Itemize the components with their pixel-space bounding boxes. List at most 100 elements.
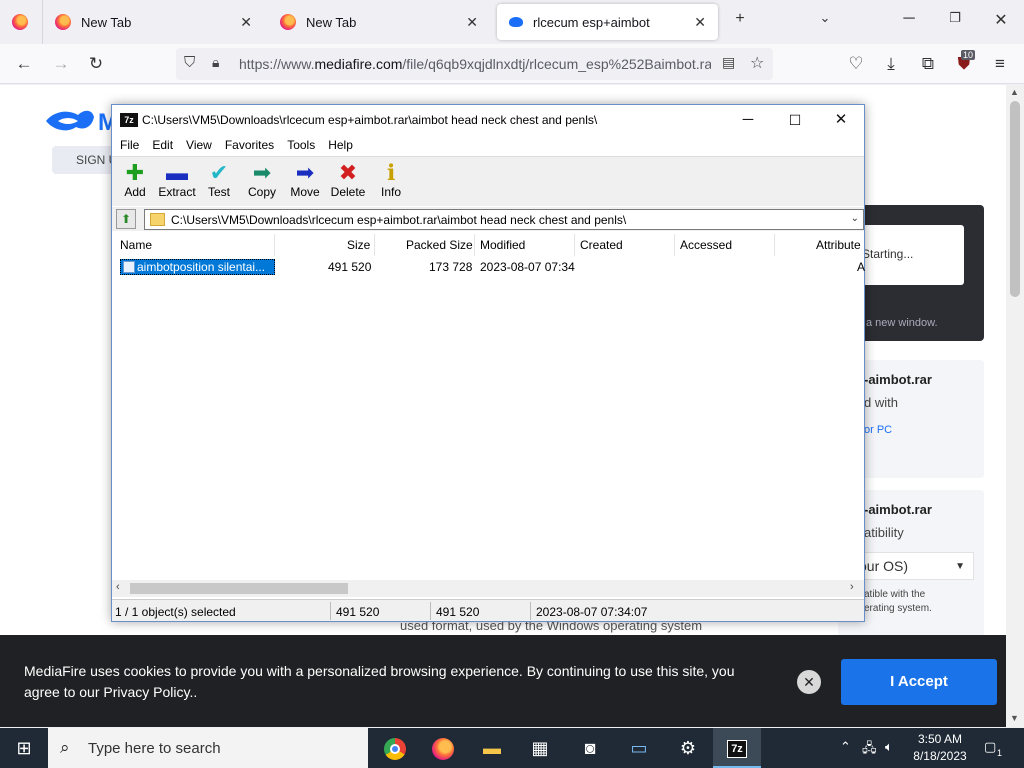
download-status-box[interactable]: Starting... [862,225,964,285]
file-explorer-icon[interactable]: ▬ [468,728,516,768]
column-divider[interactable] [474,234,475,256]
chevron-down-icon[interactable]: ⌄ [851,213,859,224]
file-info-title: -aimbot.rar [864,372,932,387]
delete-label: Delete [330,185,366,199]
extract-button[interactable]: ▬ Extract [154,161,200,200]
menu-file[interactable]: File [120,136,139,156]
windows-start-icon[interactable]: ⊞ [0,728,48,768]
menu-favorites[interactable]: Favorites [225,136,274,156]
reload-icon[interactable]: ↻ [84,53,108,75]
store-icon[interactable]: ▦ [516,728,564,768]
scroll-left-icon[interactable]: ‹ [116,581,120,593]
volume-icon[interactable]: 🔈︎ [885,739,893,755]
chrome-icon[interactable] [371,728,419,768]
extensions-icon[interactable]: ⧉ [916,53,940,75]
column-name[interactable]: Name [120,238,152,252]
move-button[interactable]: ➡ Move [282,161,328,200]
sevenzip-taskbar-icon[interactable]: 7z [713,728,761,768]
sevenzip-titlebar[interactable]: 7z C:\Users\VM5\Downloads\rlcecum esp+ai… [112,105,864,136]
column-accessed[interactable]: Accessed [680,238,732,252]
column-attributes[interactable]: Attribute [816,238,861,252]
network-icon[interactable]: 🖧︎ [862,739,877,761]
chevron-up-icon[interactable]: ⌃ [840,739,851,755]
close-icon[interactable]: ✕ [240,14,252,31]
column-divider[interactable] [374,234,375,256]
copy-button[interactable]: ➡ Copy [239,161,285,200]
firefox-icon [12,14,28,30]
file-info-link[interactable]: or PC [864,424,984,436]
check-icon: ✔ [209,160,229,185]
lock-icon[interactable]: 🔒︎ [212,54,219,71]
accept-button[interactable]: I Accept [841,659,997,705]
column-divider[interactable] [774,234,775,256]
tab-new-tab-2[interactable]: New Tab ✕ [268,0,490,44]
scroll-right-icon[interactable]: › [850,581,854,593]
column-packed-size[interactable]: Packed Size [406,238,473,252]
add-button[interactable]: ✚ Add [112,161,158,200]
url-bar[interactable]: ⛉ 🔒︎ https://www.mediafire.com/file/q6qb… [176,48,773,80]
cookie-message: MediaFire uses cookies to provide you wi… [24,663,735,700]
tab-new-tab-1[interactable]: New Tab ✕ [42,0,264,44]
close-window-icon[interactable]: ✕ [821,109,861,131]
info-button[interactable]: ℹ Info [368,161,414,200]
camera-icon[interactable]: ◙ [566,728,614,768]
close-icon[interactable]: ✕ [797,670,821,694]
caret-down-icon: ▼ [955,561,965,572]
delete-button[interactable]: ✖ Delete [325,161,371,200]
close-window-icon[interactable]: ✕ [989,10,1013,30]
notification-icon[interactable]: ▢ [984,739,996,755]
test-button[interactable]: ✔ Test [196,160,242,200]
hamburger-menu-icon[interactable]: ≡ [988,53,1012,75]
clock[interactable]: 3:50 AM 8/18/2023 [907,731,973,765]
scrollbar-thumb[interactable] [1010,101,1020,297]
page-scrollbar[interactable]: ▲ ▼ [1006,85,1024,727]
shield-icon[interactable]: ⛉ [184,54,195,71]
file-row[interactable]: aimbotposition silentai... 491 520 173 7… [112,257,866,276]
file-name-cell[interactable]: aimbotposition silentai... [120,259,275,275]
reader-view-icon[interactable]: ▤ [722,54,735,71]
file-icon [123,261,135,273]
compat-text: atibility [864,525,904,540]
menu-tools[interactable]: Tools [287,136,315,156]
minimize-icon[interactable]: ─ [728,109,768,131]
up-folder-icon[interactable]: ⬆ [116,209,136,229]
downloads-icon[interactable]: ⤓ [879,53,903,75]
new-tab-icon[interactable]: + [728,10,752,28]
tab-mediafire[interactable]: rlcecum esp+aimbot ✕ [497,4,718,40]
firefox-icon[interactable] [419,728,467,768]
minimize-icon[interactable]: ─ [897,10,921,28]
scroll-down-icon[interactable]: ▼ [1010,713,1019,723]
column-divider[interactable] [674,234,675,256]
compat-note: atible with the erating system. [864,588,984,616]
restore-icon[interactable]: ❐ [943,10,967,26]
settings-gear-icon[interactable]: ⚙ [664,728,712,768]
url-text[interactable]: https://www.mediafire.com/file/q6qb9xqjd… [239,56,711,72]
search-placeholder: Type here to search [88,740,221,757]
column-divider[interactable] [274,234,275,256]
back-icon[interactable]: ← [12,53,36,75]
status-size: 491 520 [336,605,380,619]
menu-view[interactable]: View [186,136,212,156]
close-icon[interactable]: ✕ [466,14,478,31]
column-created[interactable]: Created [580,238,623,252]
column-modified[interactable]: Modified [480,238,525,252]
file-attributes: A [857,260,866,274]
firefox-menu-tab[interactable] [0,0,42,44]
maximize-icon[interactable]: ☐ [775,109,815,131]
menu-help[interactable]: Help [328,136,353,156]
horizontal-scrollbar[interactable]: ‹ › [112,580,864,597]
scroll-up-icon[interactable]: ▲ [1010,87,1019,97]
taskbar-search[interactable]: ⌕ Type here to search [48,728,368,768]
app-window-icon[interactable]: ▭ [615,728,663,768]
bookmark-star-icon[interactable]: ☆ [750,53,764,73]
list-tabs-icon[interactable]: ⌄ [813,10,837,26]
column-divider[interactable] [574,234,575,256]
column-size[interactable]: Size [347,238,370,252]
close-icon[interactable]: ✕ [694,14,706,31]
url-path: /file/q6qb9xqjdlnxdtj/rlcecum_esp%252Bai… [402,56,711,72]
menu-edit[interactable]: Edit [152,136,173,156]
path-combobox[interactable]: C:\Users\VM5\Downloads\rlcecum esp+aimbo… [144,209,864,230]
pocket-icon[interactable]: ♡ [844,53,868,75]
forward-icon[interactable]: → [49,53,73,75]
scrollbar-thumb[interactable] [130,583,348,594]
